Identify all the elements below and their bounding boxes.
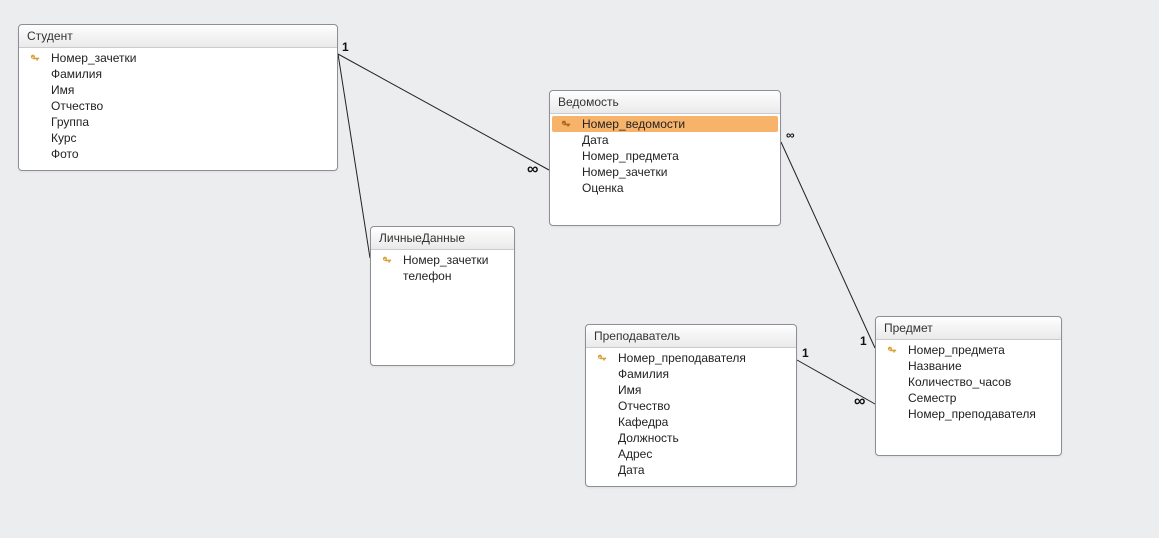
cardinality-label: ∞	[854, 393, 865, 411]
field-row[interactable]: Оценка	[552, 180, 778, 196]
entity-body: Номер_ведомости Дата Номер_предмета Номе…	[550, 114, 780, 204]
field-row[interactable]: Количество_часов	[878, 374, 1059, 390]
field-label: Группа	[43, 115, 89, 129]
field-label: Количество_часов	[900, 375, 1011, 389]
field-row[interactable]: Имя	[21, 82, 335, 98]
field-row[interactable]: Номер_предмета	[552, 148, 778, 164]
field-label: Оценка	[574, 181, 624, 195]
field-label: Номер_преподавателя	[610, 351, 746, 365]
primary-key-icon	[379, 255, 395, 265]
cardinality-label: ∞	[786, 128, 795, 142]
cardinality-label: ∞	[527, 161, 538, 179]
field-row[interactable]: Номер_зачетки	[552, 164, 778, 180]
field-row[interactable]: телефон	[373, 268, 512, 284]
field-label: Номер_зачетки	[574, 165, 668, 179]
field-row[interactable]: Номер_зачетки	[373, 252, 512, 268]
primary-key-icon	[594, 353, 610, 363]
entity-header[interactable]: Преподаватель	[586, 325, 796, 348]
field-row[interactable]: Фото	[21, 146, 335, 162]
field-row[interactable]: Фамилия	[588, 366, 794, 382]
field-label: Должность	[610, 431, 679, 445]
field-label: Дата	[574, 133, 609, 147]
field-label: Номер_зачетки	[395, 253, 489, 267]
field-label: Номер_предмета	[900, 343, 1005, 357]
field-row[interactable]: Название	[878, 358, 1059, 374]
field-row[interactable]: Номер_предмета	[878, 342, 1059, 358]
entity-body: Номер_зачетки Фамилия Имя Отчество Групп…	[19, 48, 337, 170]
field-row[interactable]: Отчество	[588, 398, 794, 414]
field-row[interactable]: Номер_преподавателя	[588, 350, 794, 366]
entity-personal[interactable]: ЛичныеДанные Номер_зачетки телефон	[370, 226, 515, 366]
field-label: Кафедра	[610, 415, 668, 429]
field-row[interactable]: Номер_преподавателя	[878, 406, 1059, 422]
entity-header[interactable]: Ведомость	[550, 91, 780, 114]
field-row[interactable]: Дата	[588, 462, 794, 478]
cardinality-label: 1	[860, 334, 867, 348]
entity-body: Номер_преподавателя Фамилия Имя Отчество…	[586, 348, 796, 486]
primary-key-icon	[27, 53, 43, 63]
field-label: Имя	[43, 83, 74, 97]
field-label: Семестр	[900, 391, 956, 405]
field-row[interactable]: Имя	[588, 382, 794, 398]
field-row[interactable]: Отчество	[21, 98, 335, 114]
field-label: телефон	[395, 269, 452, 283]
field-label: Номер_преподавателя	[900, 407, 1036, 421]
entity-header[interactable]: Студент	[19, 25, 337, 48]
field-label: Фото	[43, 147, 79, 161]
entity-subject[interactable]: Предмет Номер_предмета Название Количест…	[875, 316, 1062, 456]
cardinality-label: 1	[802, 346, 809, 360]
field-label: Номер_ведомости	[574, 117, 685, 131]
primary-key-icon	[884, 345, 900, 355]
entity-student[interactable]: Студент Номер_зачетки Фамилия Имя Отчест…	[18, 24, 338, 171]
field-row[interactable]: Дата	[552, 132, 778, 148]
field-row[interactable]: Адрес	[588, 446, 794, 462]
field-row[interactable]: Должность	[588, 430, 794, 446]
field-label: Номер_зачетки	[43, 51, 137, 65]
field-label: Фамилия	[43, 67, 102, 81]
field-row[interactable]: Номер_ведомости	[552, 116, 778, 132]
field-row[interactable]: Группа	[21, 114, 335, 130]
entity-body: Номер_зачетки телефон	[371, 250, 514, 292]
field-label: Адрес	[610, 447, 652, 461]
field-label: Номер_предмета	[574, 149, 679, 163]
field-label: Имя	[610, 383, 641, 397]
entity-teacher[interactable]: Преподаватель Номер_преподавателя Фамили…	[585, 324, 797, 487]
entity-body: Номер_предмета Название Количество_часов…	[876, 340, 1061, 430]
field-label: Отчество	[43, 99, 103, 113]
field-row[interactable]: Кафедра	[588, 414, 794, 430]
field-label: Фамилия	[610, 367, 669, 381]
field-row[interactable]: Фамилия	[21, 66, 335, 82]
primary-key-icon	[558, 119, 574, 129]
field-label: Отчество	[610, 399, 670, 413]
entity-header[interactable]: Предмет	[876, 317, 1061, 340]
field-label: Название	[900, 359, 962, 373]
field-row[interactable]: Семестр	[878, 390, 1059, 406]
field-row[interactable]: Номер_зачетки	[21, 50, 335, 66]
field-label: Дата	[610, 463, 645, 477]
entity-ledger[interactable]: Ведомость Номер_ведомости Дата Номер_пре…	[549, 90, 781, 226]
field-label: Курс	[43, 131, 77, 145]
cardinality-label: 1	[342, 40, 349, 54]
field-row[interactable]: Курс	[21, 130, 335, 146]
entity-header[interactable]: ЛичныеДанные	[371, 227, 514, 250]
